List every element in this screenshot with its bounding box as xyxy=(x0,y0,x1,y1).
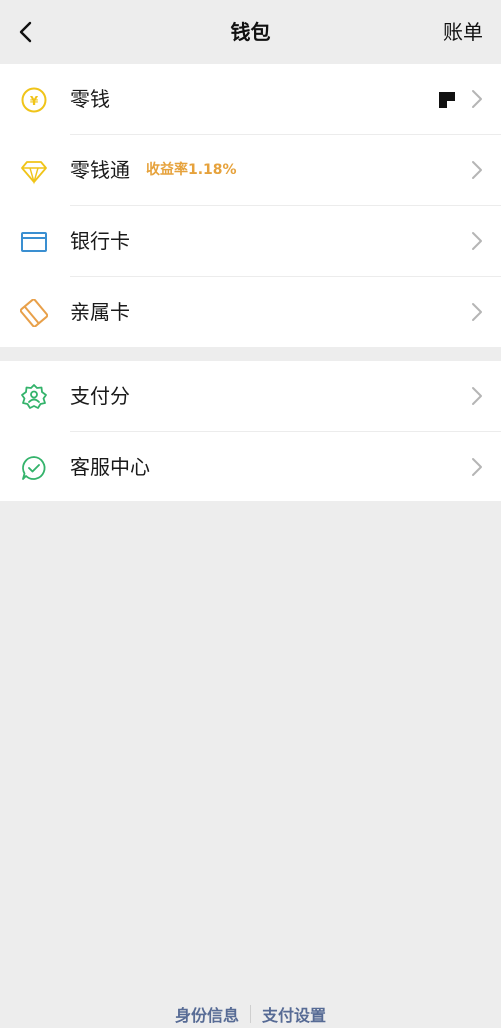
chevron-right-icon xyxy=(472,387,482,405)
pay-score-icon xyxy=(21,384,47,409)
row-family-card[interactable]: 亲属卡 xyxy=(0,277,501,348)
row-customer-service[interactable]: 客服中心 xyxy=(0,432,501,503)
services-section: 支付分 客服中心 xyxy=(0,361,501,501)
page-title: 钱包 xyxy=(230,20,271,44)
row-change-plus[interactable]: 零钱通 收益率1.18% xyxy=(0,135,501,206)
yield-badge: 收益率1.18% xyxy=(146,162,237,178)
family-card-label: 亲属卡 xyxy=(70,300,130,324)
wallet-section: ¥ 零钱 零钱通 收益率1.18% 银行卡 亲属卡 xyxy=(0,64,501,347)
nav-bar: 钱包 账单 xyxy=(0,0,501,64)
payment-settings-link[interactable]: 支付设置 xyxy=(251,1002,337,1026)
svg-text:¥: ¥ xyxy=(30,94,39,108)
diamond-icon xyxy=(21,161,47,185)
change-plus-label: 零钱通 xyxy=(70,158,130,182)
customer-service-label: 客服中心 xyxy=(70,455,150,479)
chevron-right-icon xyxy=(472,90,482,108)
chevron-right-icon xyxy=(472,303,482,321)
chevron-right-icon xyxy=(472,232,482,250)
bank-card-label: 银行卡 xyxy=(70,229,130,253)
change-label: 零钱 xyxy=(70,87,110,111)
row-pay-score[interactable]: 支付分 xyxy=(0,361,501,432)
yuan-coin-icon: ¥ xyxy=(21,87,47,113)
pay-score-label: 支付分 xyxy=(70,384,130,408)
chevron-right-icon xyxy=(472,161,482,179)
family-card-icon xyxy=(20,299,48,327)
bank-card-icon xyxy=(21,232,47,252)
row-bank-card[interactable]: 银行卡 xyxy=(0,206,501,277)
customer-service-icon xyxy=(22,456,46,480)
bill-button[interactable]: 账单 xyxy=(443,0,483,64)
row-change[interactable]: ¥ 零钱 xyxy=(0,64,501,135)
balance-hidden-icon xyxy=(439,92,455,108)
chevron-right-icon xyxy=(472,458,482,476)
identity-info-link[interactable]: 身份信息 xyxy=(164,1002,250,1026)
